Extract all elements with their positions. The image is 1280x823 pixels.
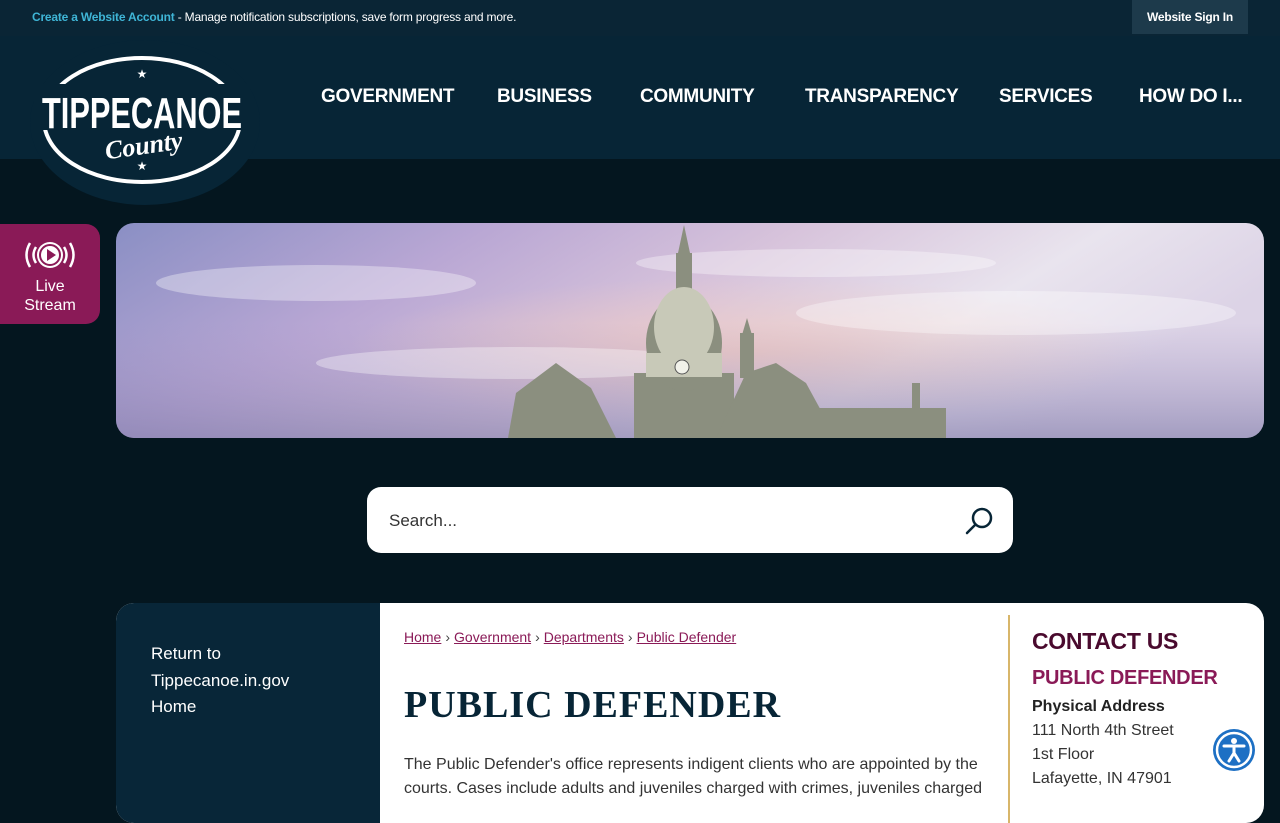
courthouse-sky-image [116,223,1264,438]
create-account-link[interactable]: Create a Website Account [32,10,175,24]
return-line-1: Return to [151,644,221,663]
utility-bar: Create a Website Account - Manage notifi… [0,0,1280,36]
live-stream-label: Live Stream [0,277,100,315]
account-message-text: - Manage notification subscriptions, sav… [174,10,517,24]
live-label: Live [35,278,65,295]
county-logo[interactable]: ★ ★ TIPPECANOE County [34,50,250,192]
breadcrumb: Home › Government › Departments › Public Defen… [404,629,736,645]
return-line-3: Home [151,697,197,716]
address-label: Physical Address [1032,698,1165,715]
column-divider [1008,615,1010,823]
nav-how-do-i[interactable]: HOW DO I... [1139,86,1243,108]
content-card: Return to Tippecanoe.in.gov Home Home › Go… [116,603,1264,823]
nav-government[interactable]: GOVERNMENT [321,86,454,108]
return-home-link[interactable]: Return to Tippecanoe.in.gov Home [151,641,321,721]
account-message: Create a Website Account - Manage notifi… [32,10,516,24]
nav-transparency[interactable]: TRANSPARENCY [805,86,959,108]
search-box [367,487,1013,553]
breadcrumb-separator: › [535,629,540,645]
hero-banner [116,223,1264,438]
star-icon: ★ [137,67,148,81]
nav-community[interactable]: COMMUNITY [640,86,755,108]
star-icon: ★ [137,159,148,173]
play-broadcast-icon [25,242,75,268]
breadcrumb-separator: › [627,629,633,645]
nav-business[interactable]: BUSINESS [497,86,592,108]
breadcrumb-public-defender[interactable]: Public Defender [637,629,737,645]
stream-label: Stream [24,297,76,314]
breadcrumb-departments[interactable]: Departments [544,629,624,645]
address-line: 1st Floor [1032,746,1095,763]
page-description: The Public Defender's office represents … [404,756,983,797]
address-line: 111 North 4th Street [1032,722,1174,739]
accessibility-button[interactable] [1213,729,1255,771]
page-title: PUBLIC DEFENDER [404,684,782,726]
address-line: Lafayette, IN 47901 [1032,770,1172,787]
main-nav: GOVERNMENT BUSINESS COMMUNITY TRANSPAREN… [0,86,1280,108]
return-line-2: Tippecanoe.in.gov [151,670,290,690]
search-icon[interactable] [962,504,996,538]
contact-department[interactable]: PUBLIC DEFENDER [1032,667,1218,690]
accessibility-icon [1215,731,1253,769]
live-stream-button[interactable]: Live Stream [0,224,100,324]
breadcrumb-separator: › [445,629,451,645]
breadcrumb-home[interactable]: Home [404,629,441,645]
search-input[interactable] [387,507,931,535]
contact-heading: CONTACT US [1032,628,1179,654]
breadcrumb-government[interactable]: Government [454,629,531,645]
website-sign-in-button[interactable]: Website Sign In [1132,0,1248,34]
nav-services[interactable]: SERVICES [999,86,1093,108]
sidebar: Return to Tippecanoe.in.gov Home [116,603,380,823]
